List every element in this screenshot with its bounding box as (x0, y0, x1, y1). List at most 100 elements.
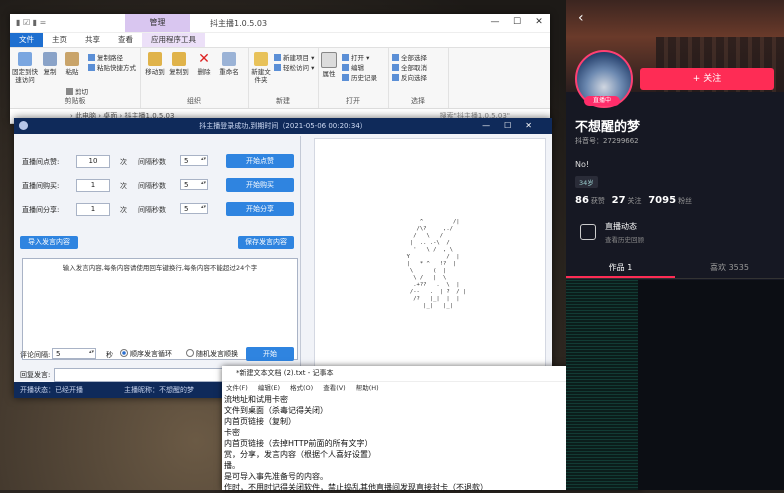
tab-app-tools[interactable]: 应用程序工具 (142, 33, 205, 47)
select-all-icon (392, 54, 399, 61)
scissors-icon (66, 88, 73, 95)
menu-view[interactable]: 查看(V) (323, 382, 346, 394)
live-dynamic-entry[interactable]: 直播动态 查看历史回顾 (575, 218, 775, 246)
tab-share[interactable]: 共享 (76, 33, 109, 47)
open-button[interactable]: 打开 ▾ (342, 52, 369, 62)
paste-shortcut-icon (88, 64, 95, 71)
delete-x-icon: ✕ (198, 51, 210, 67)
following-count: 27 (611, 195, 626, 206)
delete-button[interactable]: ✕ 删除 (194, 52, 214, 76)
tab-works[interactable]: 作品 1 (566, 260, 675, 278)
purchase-unit: 次 (120, 182, 127, 190)
select-none-button[interactable]: 全部取消 (392, 62, 427, 72)
select-all-button[interactable]: 全部选择 (392, 52, 427, 62)
rename-icon (222, 52, 236, 66)
tab-likes[interactable]: 喜欢 3535 (675, 260, 784, 278)
menu-help[interactable]: 帮助(H) (356, 382, 379, 394)
new-folder-label: 新建文件夹 (251, 68, 271, 84)
control-panel: 直播间点赞: 10 次 间隔秒数 5 开始点赞 直播间购买: 1 次 间隔秒数 … (18, 138, 300, 366)
delete-label: 删除 (197, 68, 211, 76)
copy-path-button[interactable]: 复制路径 (88, 52, 123, 62)
invert-selection-icon (392, 74, 399, 81)
panel-divider (300, 136, 301, 372)
profile-bio: No! (575, 160, 590, 169)
comment-interval-spinner[interactable]: 5 (52, 348, 96, 359)
likes-label: 获赞 (590, 197, 605, 205)
pin-button[interactable]: 固定到快速访问 (12, 52, 38, 84)
menu-file[interactable]: 文件(F) (226, 382, 248, 394)
select-group-label: 选择 (411, 97, 425, 105)
app-logo-icon (19, 121, 28, 130)
purchase-interval-spinner[interactable]: 5 (180, 179, 208, 190)
close-icon[interactable]: ✕ (528, 14, 550, 30)
tab-home[interactable]: 主页 (43, 33, 76, 47)
rename-button[interactable]: 重命名 (216, 52, 242, 76)
explorer-titlebar: ▮ ☑ ▮ = 管理 抖主播1.0.5.03 — ☐ ✕ (10, 14, 550, 33)
history-button[interactable]: 历史记录 (342, 72, 377, 82)
follow-button[interactable]: + 关注 (640, 68, 774, 90)
start-like-button[interactable]: 开始点赞 (226, 154, 294, 168)
order-radio-dot (120, 349, 128, 357)
start-comment-button[interactable]: 开始 (246, 347, 294, 361)
profile-tabs: 作品 1 喜欢 3535 (566, 260, 784, 279)
douyin-profile-panel: ‹ 直播中 + 关注 不想醒的梦 抖音号：27299662 No! 34岁 86… (566, 0, 784, 490)
back-arrow-icon[interactable]: ‹ (578, 10, 584, 26)
paste-label: 粘贴 (65, 68, 79, 76)
paste-button[interactable]: 粘贴 (62, 52, 82, 76)
quick-access-toolbar[interactable]: ▮ ☑ ▮ = (16, 18, 46, 27)
douzhubo-app-window: 抖主播登录成功,到期时间（2021-05-06 00:20:34） —☐✕ 直播… (14, 118, 552, 398)
copy-button[interactable]: 复制 (40, 52, 60, 76)
order-radio[interactable]: 顺序发言循环 (120, 349, 172, 359)
tab-view[interactable]: 查看 (109, 33, 142, 47)
fans-label: 粉丝 (678, 197, 693, 205)
like-count-input[interactable]: 10 (76, 155, 110, 168)
purchase-interval-label: 间隔秒数 (138, 182, 166, 190)
menu-format[interactable]: 格式(O) (290, 382, 313, 394)
live-dynamic-title: 直播动态 (605, 222, 637, 231)
manage-context-tab[interactable]: 管理 (125, 14, 190, 32)
open-label: 打开 ▾ (351, 54, 370, 62)
invert-selection-button[interactable]: 反向选择 (392, 72, 427, 82)
live-badge[interactable]: 直播中 (584, 96, 620, 106)
history-label: 历史记录 (351, 74, 377, 82)
app-window-buttons[interactable]: —☐✕ (482, 118, 546, 134)
easy-access-button[interactable]: 轻松访问 ▾ (274, 62, 314, 72)
organize-group: 移动到 复制到 ✕ 删除 重命名 组织 (140, 48, 249, 108)
cut-button[interactable]: 剪切 (66, 86, 88, 96)
like-interval-spinner[interactable]: 5 (180, 155, 208, 166)
tab-file[interactable]: 文件 (10, 33, 43, 47)
properties-label: 属性 (322, 70, 336, 78)
pin-icon (18, 52, 32, 66)
minimize-icon[interactable]: — (484, 14, 506, 30)
copy-to-button[interactable]: 复制到 (168, 52, 190, 76)
seconds-label: 秒 (106, 351, 113, 359)
purchase-count-input[interactable]: 1 (76, 179, 110, 192)
properties-button[interactable]: 属性 (320, 52, 338, 78)
select-all-label: 全部选择 (401, 54, 427, 62)
share-interval-spinner[interactable]: 5 (180, 203, 208, 214)
paste-icon (65, 52, 79, 66)
start-purchase-button[interactable]: 开始购买 (226, 178, 294, 192)
import-content-button[interactable]: 导入发言内容 (20, 236, 78, 249)
live-dynamic-subtitle: 查看历史回顾 (605, 236, 644, 244)
ascii-art: ^ /| /\? ,./ / \ / | .. .-\ / ' \ / , \ … (406, 219, 467, 309)
video-thumbnail[interactable] (566, 280, 638, 490)
start-share-button[interactable]: 开始分享 (226, 202, 294, 216)
new-group-label: 新建 (276, 97, 290, 105)
share-row: 直播间分享: 1 次 间隔秒数 5 开始分享 (20, 202, 302, 216)
comment-content-textarea[interactable]: 输入发言内容,每条内容请使用回车键换行,每条内容不能超过24个字 (22, 258, 298, 360)
new-item-button[interactable]: 新建项目 ▾ (274, 52, 314, 62)
save-content-button[interactable]: 保存发言内容 (238, 236, 294, 249)
new-item-icon (274, 54, 281, 61)
fans-count: 7095 (648, 195, 677, 206)
menu-edit[interactable]: 编辑(E) (258, 382, 280, 394)
like-label: 直播间点赞: (22, 158, 60, 166)
edit-button[interactable]: 编辑 (342, 62, 364, 72)
maximize-icon[interactable]: ☐ (506, 14, 528, 30)
random-radio[interactable]: 随机发言顺换 (186, 349, 238, 359)
move-to-button[interactable]: 移动到 (144, 52, 166, 76)
new-folder-button[interactable]: 新建文件夹 (250, 52, 272, 84)
share-count-input[interactable]: 1 (76, 203, 110, 216)
paste-shortcut-button[interactable]: 粘贴快捷方式 (88, 62, 136, 72)
douyin-id: 抖音号：27299662 (575, 137, 639, 145)
